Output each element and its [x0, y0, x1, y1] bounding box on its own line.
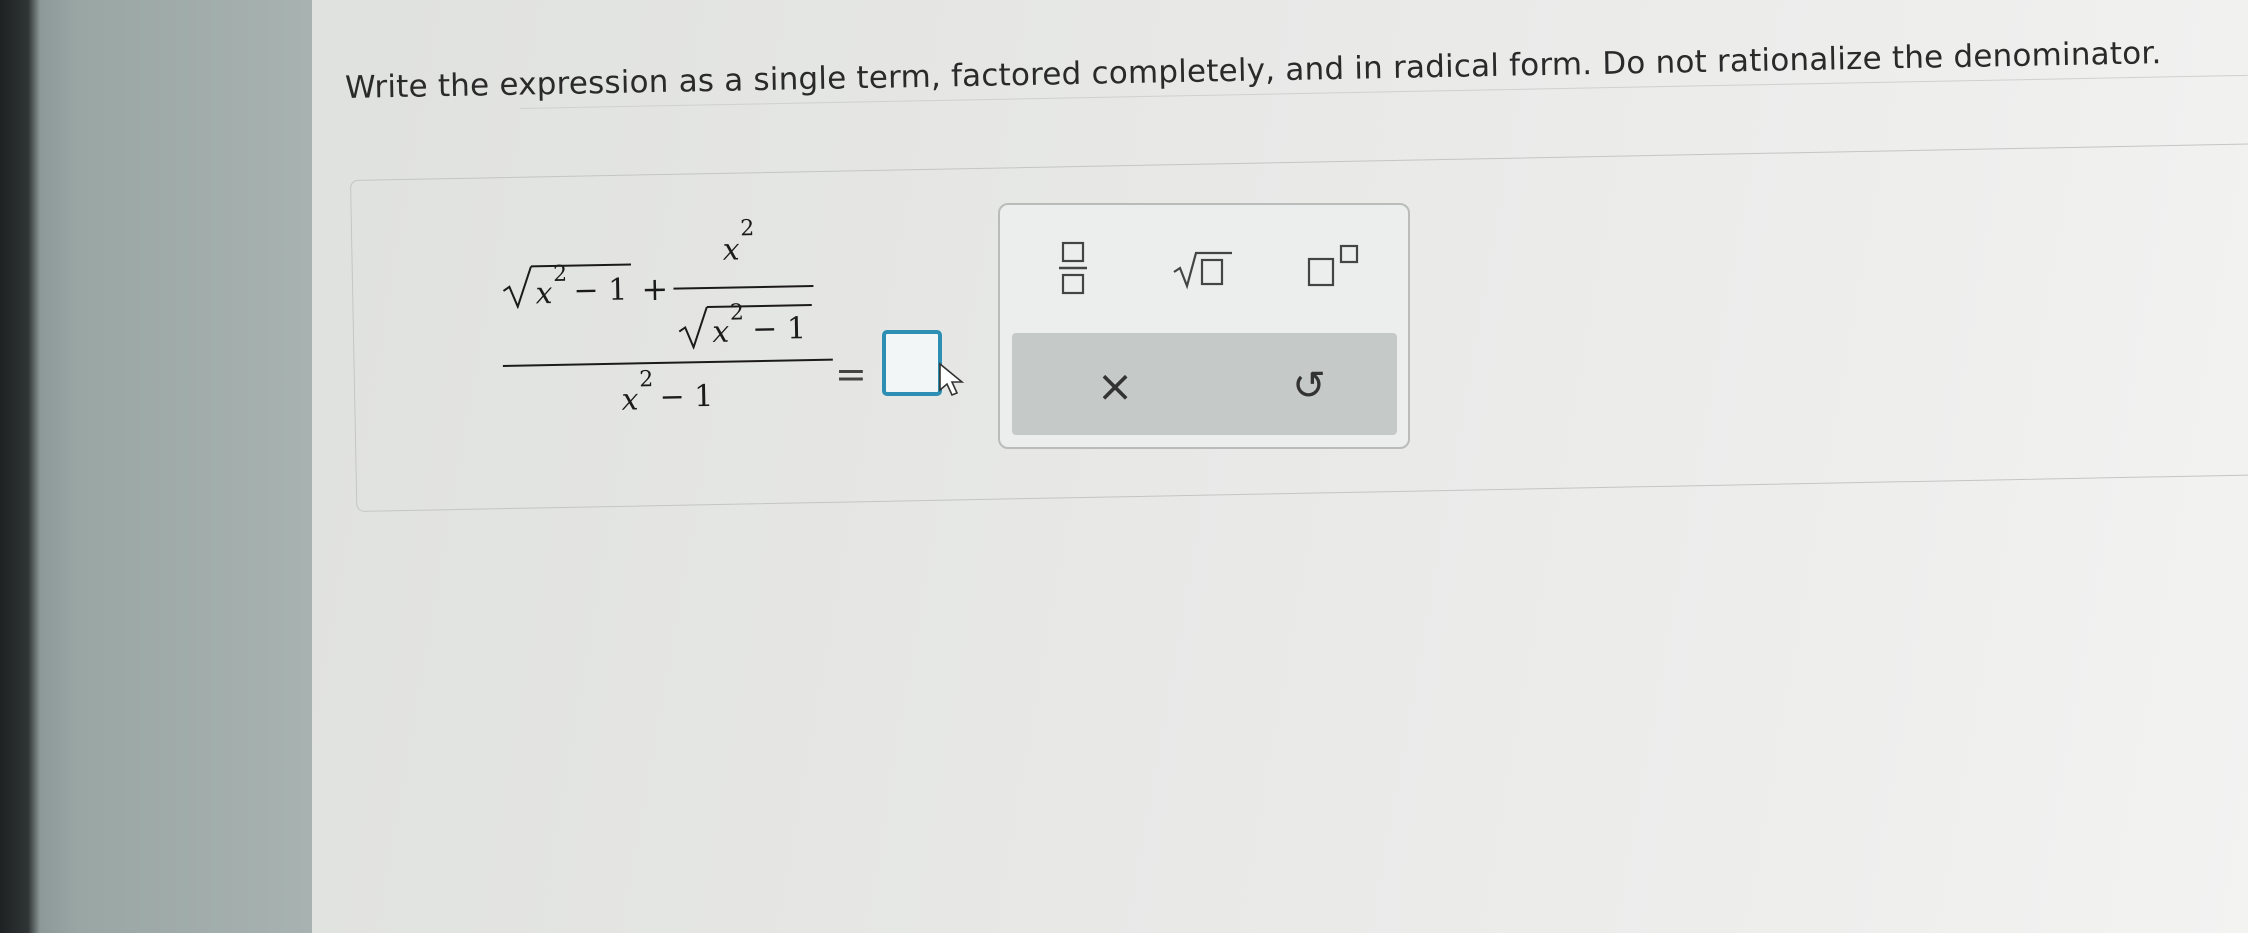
- undo-icon: ↺: [1292, 363, 1326, 409]
- fraction-button[interactable]: [1038, 233, 1108, 303]
- inner-numerator-exponent: 2: [740, 216, 755, 242]
- math-toolbar: × ↺: [998, 203, 1410, 449]
- inner-numerator-x: x: [722, 232, 740, 268]
- denominator-x: x: [621, 382, 639, 418]
- denominator-minus-one: − 1: [659, 378, 714, 415]
- clear-button[interactable]: ×: [1080, 351, 1150, 421]
- square-root-button[interactable]: [1168, 235, 1238, 305]
- plus-sign: +: [641, 269, 669, 309]
- exponent-button[interactable]: [1300, 231, 1370, 301]
- denominator-exponent: 2: [638, 367, 654, 393]
- equals-sign: =: [835, 352, 867, 396]
- inner-radical-sign-icon: [678, 306, 708, 350]
- left-sidebar: [0, 0, 312, 933]
- mouse-pointer-icon: [939, 362, 965, 397]
- inner-denominator-x: x: [711, 314, 730, 350]
- inner-fraction-bar: [673, 284, 814, 290]
- toolbar-action-row: × ↺: [1012, 333, 1397, 435]
- main-fraction-bar: [502, 358, 833, 367]
- numerator-exponent: 2: [552, 261, 568, 287]
- inner-denominator-minus-one: − 1: [751, 311, 807, 348]
- square-root-icon: [1173, 251, 1232, 290]
- close-icon: ×: [1096, 360, 1134, 412]
- radical-bar: [530, 263, 631, 268]
- numerator-x: x: [535, 276, 553, 312]
- numerator-minus-one: − 1: [573, 272, 628, 309]
- math-expression: x 2 − 1 + x 2 x 2 − 1 x 2 − 1: [500, 208, 844, 434]
- fraction-icon: [1059, 241, 1087, 295]
- undo-button[interactable]: ↺: [1274, 351, 1344, 421]
- answer-input[interactable]: [882, 330, 942, 396]
- exponent-icon: [1307, 244, 1359, 287]
- inner-radical-bar: [706, 304, 812, 309]
- inner-denominator-exponent: 2: [729, 300, 745, 326]
- radical-sign-icon: [502, 266, 532, 309]
